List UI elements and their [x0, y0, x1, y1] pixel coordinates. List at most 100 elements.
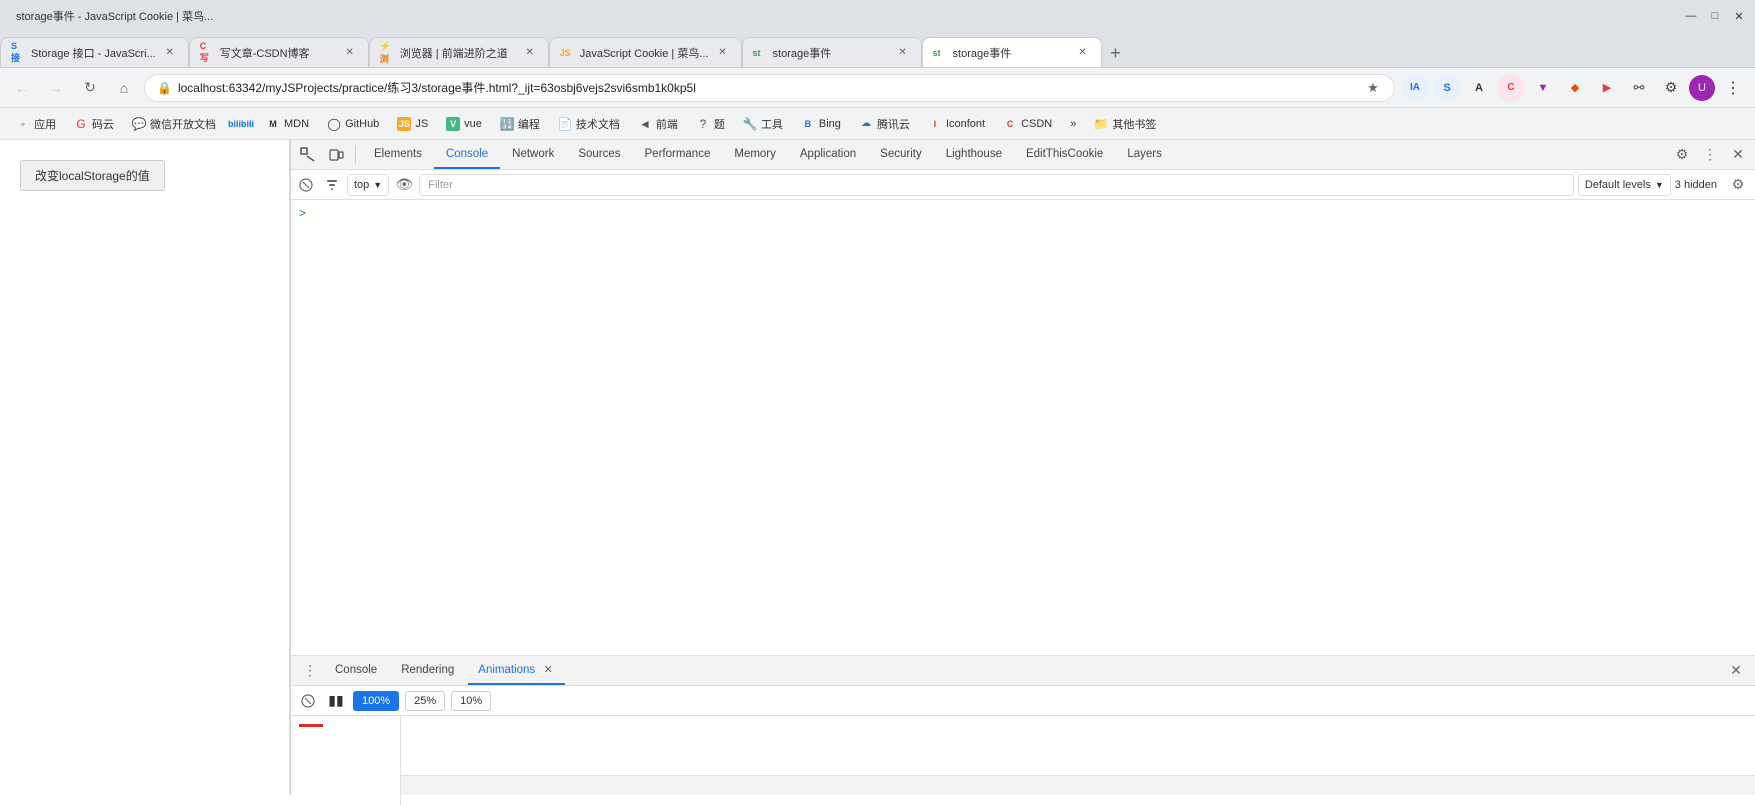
tab-close-1[interactable]: ✕: [162, 45, 178, 61]
bookmark-iconfont[interactable]: I Iconfont: [920, 112, 993, 136]
animations-clear-button[interactable]: [297, 690, 319, 712]
tab-close-2[interactable]: ✕: [342, 45, 358, 61]
back-button[interactable]: ←: [8, 74, 36, 102]
profile-icon[interactable]: U: [1689, 75, 1715, 101]
bookmark-bing[interactable]: B Bing: [793, 112, 849, 136]
bookmark-mdn[interactable]: M MDN: [258, 112, 317, 136]
bookmark-github[interactable]: ◯ GitHub: [319, 112, 387, 136]
speed-25-button[interactable]: 25%: [405, 691, 445, 711]
console-body[interactable]: >: [291, 200, 1755, 655]
inspect-element-button[interactable]: [295, 142, 321, 168]
close-button[interactable]: ✕: [1731, 8, 1747, 24]
tab-security[interactable]: Security: [868, 141, 934, 169]
tab-favicon-4: JS: [560, 46, 574, 60]
bookmark-js[interactable]: JS JS: [389, 112, 436, 136]
drawer-menu-button[interactable]: ⋮: [299, 660, 321, 682]
bookmark-star-icon[interactable]: ★: [1364, 79, 1382, 97]
extension-icon-4[interactable]: ▼: [1529, 74, 1557, 102]
minimize-button[interactable]: —: [1683, 8, 1699, 24]
bookmark-gitee-label: 码云: [92, 116, 114, 132]
tampermonkey-icon[interactable]: ◆: [1561, 74, 1589, 102]
drawer-tab-rendering[interactable]: Rendering: [391, 657, 464, 685]
ia-extension-icon[interactable]: IA: [1401, 74, 1429, 102]
tab-favicon-2: C写: [200, 46, 214, 60]
tab-editthiscookie[interactable]: EditThisCookie: [1014, 141, 1115, 169]
csdn2-extension-icon[interactable]: ▶: [1593, 74, 1621, 102]
tab-close-6[interactable]: ✕: [1075, 45, 1091, 61]
bookmark-frontend[interactable]: ◄ 前端: [630, 112, 686, 136]
change-localstorage-button[interactable]: 改变localStorage的值: [20, 160, 165, 191]
console-clear-button[interactable]: [295, 174, 317, 196]
devtools-close-button[interactable]: ✕: [1725, 142, 1751, 168]
frontend-icon: ◄: [638, 117, 652, 131]
tab-console[interactable]: Console: [434, 141, 500, 169]
bookmark-bilibili[interactable]: bilibili: [226, 112, 256, 136]
tab-title-2: 写文章-CSDN博客: [220, 45, 336, 61]
drawer-animations-close[interactable]: ✕: [541, 663, 555, 677]
prompt-arrow-icon[interactable]: >: [299, 206, 306, 220]
devtools-more-button[interactable]: ⋮: [1697, 142, 1723, 168]
device-toolbar-button[interactable]: [323, 142, 349, 168]
devtools-settings-button[interactable]: ⚙: [1669, 142, 1695, 168]
bookmark-apps[interactable]: ◦ 应用: [8, 112, 64, 136]
drawer-tab-console[interactable]: Console: [325, 657, 387, 685]
home-button[interactable]: ⌂: [110, 74, 138, 102]
tab-close-4[interactable]: ✕: [715, 45, 731, 61]
browser-tab-4[interactable]: JS JavaScript Cookie | 菜鸟... ✕: [549, 37, 742, 67]
settings-icon[interactable]: ⚙: [1657, 74, 1685, 102]
extensions-menu-icon[interactable]: ⚯: [1625, 74, 1653, 102]
console-context-selector[interactable]: top ▼: [347, 174, 389, 196]
bookmark-vue[interactable]: V vue: [438, 112, 490, 136]
tab-lighthouse[interactable]: Lighthouse: [934, 141, 1014, 169]
s-extension-icon[interactable]: S: [1433, 74, 1461, 102]
bookmark-programming[interactable]: 🔢 编程: [492, 112, 548, 136]
log-level-selector[interactable]: Default levels ▼: [1578, 174, 1671, 196]
address-bar[interactable]: 🔒 localhost:63342/myJSProjects/practice/…: [144, 74, 1395, 102]
tab-performance[interactable]: Performance: [633, 141, 723, 169]
a-extension-icon[interactable]: A: [1465, 74, 1493, 102]
speed-100-button[interactable]: 100%: [353, 691, 399, 711]
console-eye-button[interactable]: 👁: [393, 174, 415, 196]
bookmark-tencent[interactable]: ☁ 腾讯云: [851, 112, 918, 136]
browser-tab-3[interactable]: ⚡浏 浏览器 | 前端进阶之道 ✕: [369, 37, 549, 67]
bookmark-wechat[interactable]: 💬 微信开放文档: [124, 112, 224, 136]
tab-close-5[interactable]: ✕: [895, 45, 911, 61]
bookmark-other[interactable]: 📁 其他书签: [1086, 112, 1164, 136]
forward-button[interactable]: →: [42, 74, 70, 102]
bookmark-apps-label: 应用: [34, 116, 56, 132]
programming-icon: 🔢: [500, 117, 514, 131]
bookmark-gitee[interactable]: G 码云: [66, 112, 122, 136]
animations-toolbar: ▮▮ 100% 25% 10%: [291, 686, 1755, 716]
bookmark-techdoc[interactable]: 📄 技术文档: [550, 112, 628, 136]
tab-network[interactable]: Network: [500, 141, 566, 169]
console-settings-button[interactable]: ⚙: [1725, 172, 1751, 198]
menu-dots-icon[interactable]: ⋮: [1719, 74, 1747, 102]
browser-tab-5[interactable]: st storage事件 ✕: [742, 37, 922, 67]
bookmark-tools[interactable]: 🔧 工具: [735, 112, 791, 136]
reload-button[interactable]: ↻: [76, 74, 104, 102]
bookmark-iconfont-label: Iconfont: [946, 118, 985, 130]
bookmark-csdn[interactable]: C CSDN: [995, 112, 1060, 136]
tab-elements[interactable]: Elements: [362, 141, 434, 169]
new-tab-button[interactable]: +: [1102, 39, 1130, 67]
animations-pause-button[interactable]: ▮▮: [325, 690, 347, 712]
tab-application[interactable]: Application: [788, 141, 868, 169]
tab-layers[interactable]: Layers: [1115, 141, 1174, 169]
browser-toolbar: IA S A C ▼ ◆ ▶ ⚯ ⚙ U ⋮: [1401, 74, 1747, 102]
tab-memory[interactable]: Memory: [722, 141, 788, 169]
drawer-close-button[interactable]: ✕: [1725, 660, 1747, 682]
maximize-button[interactable]: □: [1707, 8, 1723, 24]
console-filter-toggle[interactable]: [321, 174, 343, 196]
drawer-tab-animations[interactable]: Animations ✕: [468, 657, 565, 685]
tab-close-3[interactable]: ✕: [522, 45, 538, 61]
tab-sources[interactable]: Sources: [566, 141, 632, 169]
browser-tab-2[interactable]: C写 写文章-CSDN博客 ✕: [189, 37, 369, 67]
speed-10-button[interactable]: 10%: [451, 691, 491, 711]
browser-tab-6[interactable]: st storage事件 ✕: [922, 37, 1102, 67]
bookmark-more[interactable]: »: [1062, 112, 1084, 136]
wechat-icon: 💬: [132, 117, 146, 131]
csdn-extension-icon[interactable]: C: [1497, 74, 1525, 102]
bookmark-questions[interactable]: ? 题: [688, 112, 733, 136]
browser-tab-1[interactable]: S接 Storage 接口 - JavaScri... ✕: [0, 37, 189, 67]
console-filter-input[interactable]: [419, 174, 1574, 196]
